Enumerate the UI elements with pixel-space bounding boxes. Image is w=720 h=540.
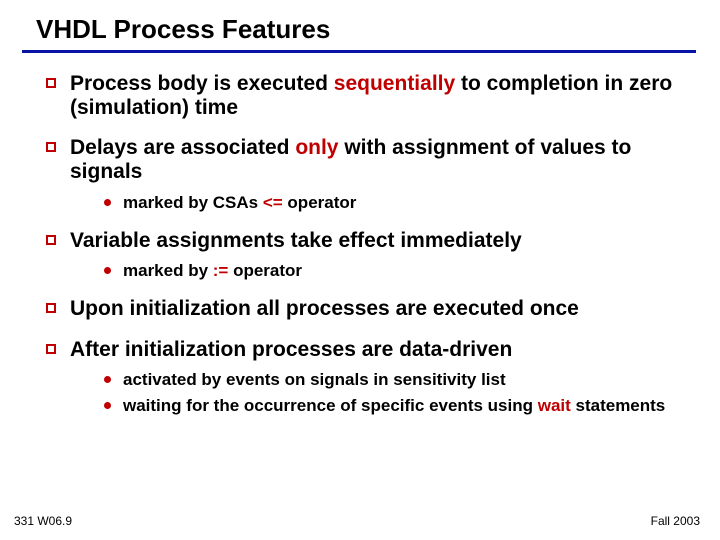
emphasis-text: sequentially	[334, 72, 455, 95]
text-fragment: operator	[228, 261, 302, 280]
emphasis-text: wait	[538, 396, 571, 415]
bullet-3: Variable assignments take effect immedia…	[46, 229, 680, 253]
bullet-5: After initialization processes are data-…	[46, 338, 680, 362]
square-bullet-icon	[46, 78, 56, 88]
square-bullet-icon	[46, 142, 56, 152]
footer-right: Fall 2003	[651, 514, 700, 528]
emphasis-text: only	[295, 136, 338, 159]
text-fragment: operator	[283, 193, 357, 212]
bullet-3-sub-1-text: marked by := operator	[123, 261, 680, 281]
square-bullet-icon	[46, 235, 56, 245]
bullet-2: Delays are associated only with assignme…	[46, 136, 680, 184]
text-fragment: marked by	[123, 261, 213, 280]
bullet-2-sub-1-text: marked by CSAs <= operator	[123, 193, 680, 213]
bullet-5-sub-2: waiting for the occurrence of specific e…	[104, 396, 680, 416]
bullet-3-sub: marked by := operator	[104, 261, 680, 281]
bullet-4-text: Upon initialization all processes are ex…	[70, 297, 680, 321]
square-bullet-icon	[46, 344, 56, 354]
bullet-2-text: Delays are associated only with assignme…	[70, 136, 680, 184]
circle-bullet-icon	[104, 402, 111, 409]
square-bullet-icon	[46, 303, 56, 313]
circle-bullet-icon	[104, 376, 111, 383]
bullet-2-sub-1: marked by CSAs <= operator	[104, 193, 680, 213]
bullet-5-text: After initialization processes are data-…	[70, 338, 680, 362]
text-fragment: Delays are associated	[70, 136, 295, 159]
bullet-5-sub-1-text: activated by events on signals in sensit…	[123, 370, 680, 390]
bullet-3-sub-1: marked by := operator	[104, 261, 680, 281]
text-fragment: statements	[571, 396, 665, 415]
slide-title: VHDL Process Features	[36, 14, 330, 45]
text-fragment: marked by CSAs	[123, 193, 263, 212]
bullet-5-sub-2-text: waiting for the occurrence of specific e…	[123, 396, 680, 416]
text-fragment: waiting for the occurrence of specific e…	[123, 396, 538, 415]
bullet-5-sub-1: activated by events on signals in sensit…	[104, 370, 680, 390]
bullet-2-sub: marked by CSAs <= operator	[104, 193, 680, 213]
bullet-1: Process body is executed sequentially to…	[46, 72, 680, 120]
bullet-4: Upon initialization all processes are ex…	[46, 297, 680, 321]
title-underline	[22, 50, 696, 53]
circle-bullet-icon	[104, 199, 111, 206]
bullet-5-sub: activated by events on signals in sensit…	[104, 370, 680, 417]
emphasis-text: :=	[213, 261, 229, 280]
content-area: Process body is executed sequentially to…	[46, 72, 680, 433]
bullet-1-text: Process body is executed sequentially to…	[70, 72, 680, 120]
text-fragment: Process body is executed	[70, 72, 334, 95]
bullet-3-text: Variable assignments take effect immedia…	[70, 229, 680, 253]
emphasis-text: <=	[263, 193, 283, 212]
circle-bullet-icon	[104, 267, 111, 274]
slide: VHDL Process Features Process body is ex…	[0, 0, 720, 540]
footer-left: 331 W06.9	[14, 514, 72, 528]
